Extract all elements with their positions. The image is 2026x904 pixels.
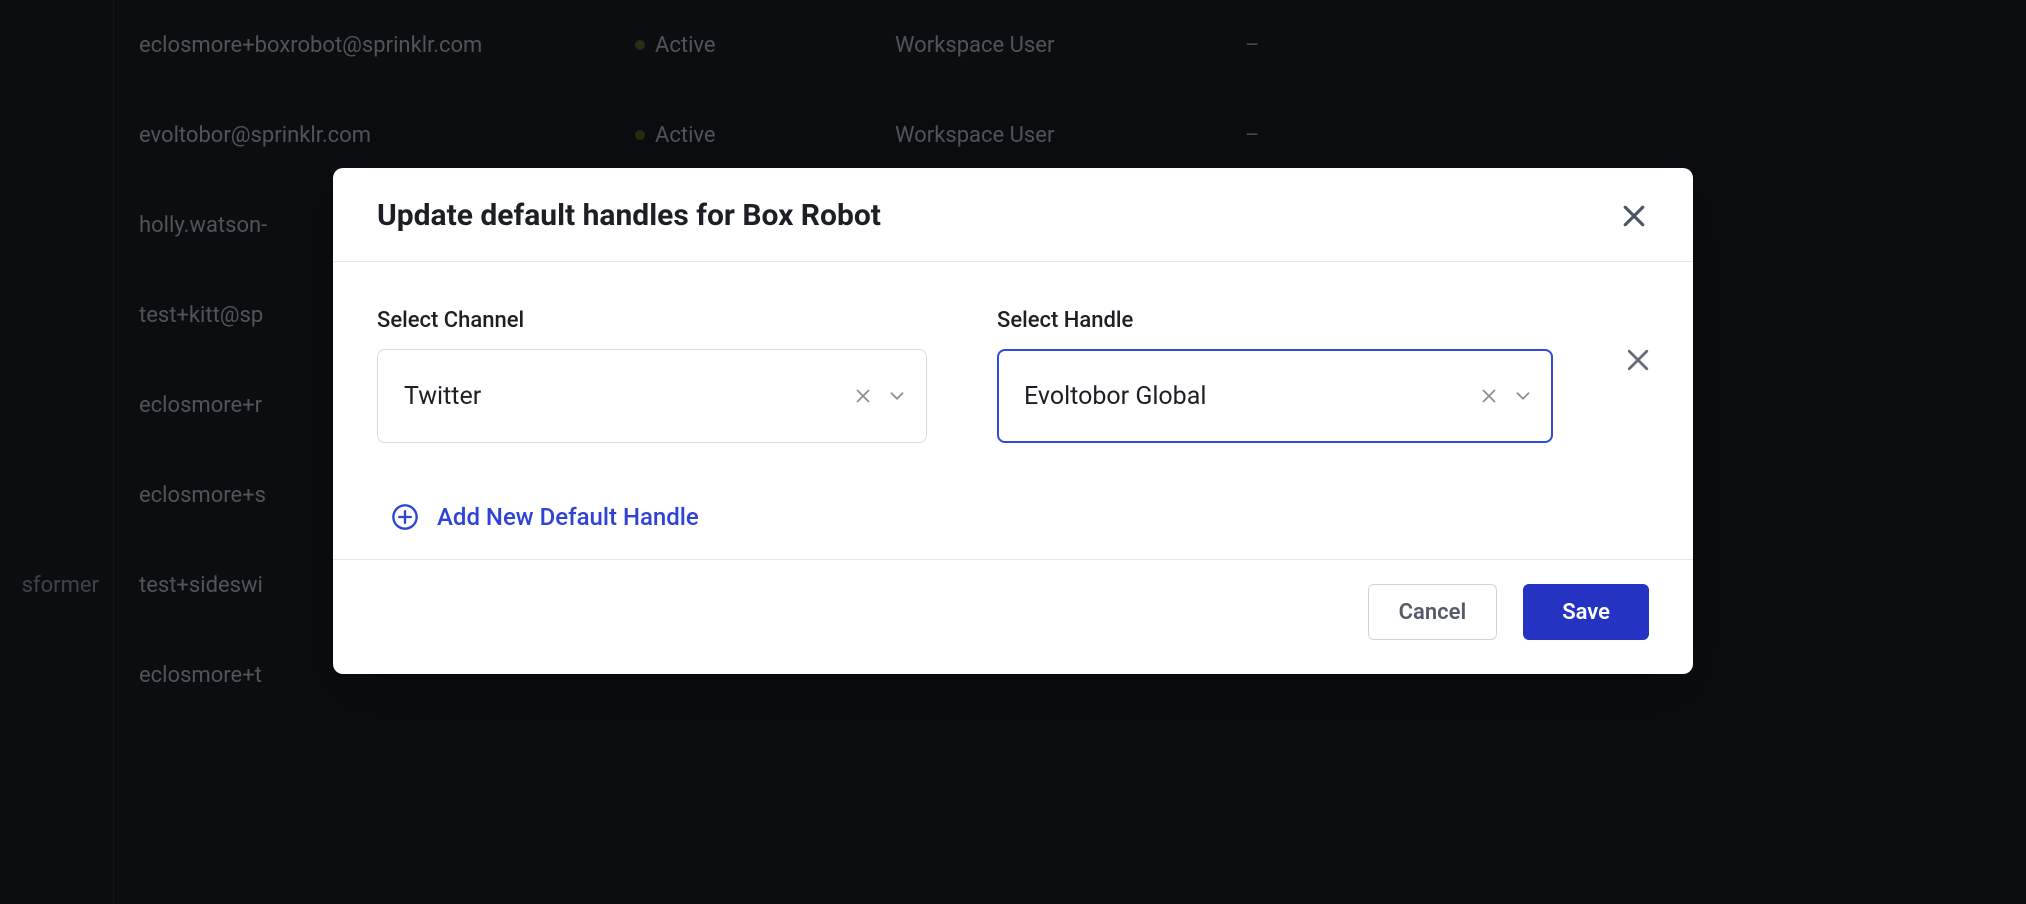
- handle-field: Select Handle Evoltobor Global: [997, 308, 1553, 443]
- modal-header: Update default handles for Box Robot: [333, 168, 1693, 262]
- channel-value: Twitter: [404, 382, 840, 411]
- add-new-default-handle-label: Add New Default Handle: [437, 503, 699, 531]
- clear-icon[interactable]: [852, 385, 874, 407]
- chevron-down-icon[interactable]: [886, 385, 908, 407]
- plus-circle-icon: [391, 503, 419, 531]
- modal-footer: Cancel Save: [333, 560, 1693, 674]
- channel-select[interactable]: Twitter: [377, 349, 927, 443]
- modal-body: Select Channel Twitter Select Handle Evo…: [333, 262, 1693, 560]
- channel-field: Select Channel Twitter: [377, 308, 927, 443]
- handle-select[interactable]: Evoltobor Global: [997, 349, 1553, 443]
- remove-row-icon[interactable]: [1623, 345, 1653, 375]
- channel-label: Select Channel: [377, 308, 927, 333]
- save-button[interactable]: Save: [1523, 584, 1649, 640]
- update-default-handles-modal: Update default handles for Box Robot Sel…: [333, 168, 1693, 674]
- close-icon[interactable]: [1619, 201, 1649, 231]
- handle-value: Evoltobor Global: [1024, 382, 1466, 411]
- add-new-default-handle-button[interactable]: Add New Default Handle: [377, 503, 1649, 531]
- modal-title: Update default handles for Box Robot: [377, 198, 881, 233]
- chevron-down-icon[interactable]: [1512, 385, 1534, 407]
- handle-label: Select Handle: [997, 308, 1553, 333]
- cancel-button[interactable]: Cancel: [1368, 584, 1498, 640]
- clear-icon[interactable]: [1478, 385, 1500, 407]
